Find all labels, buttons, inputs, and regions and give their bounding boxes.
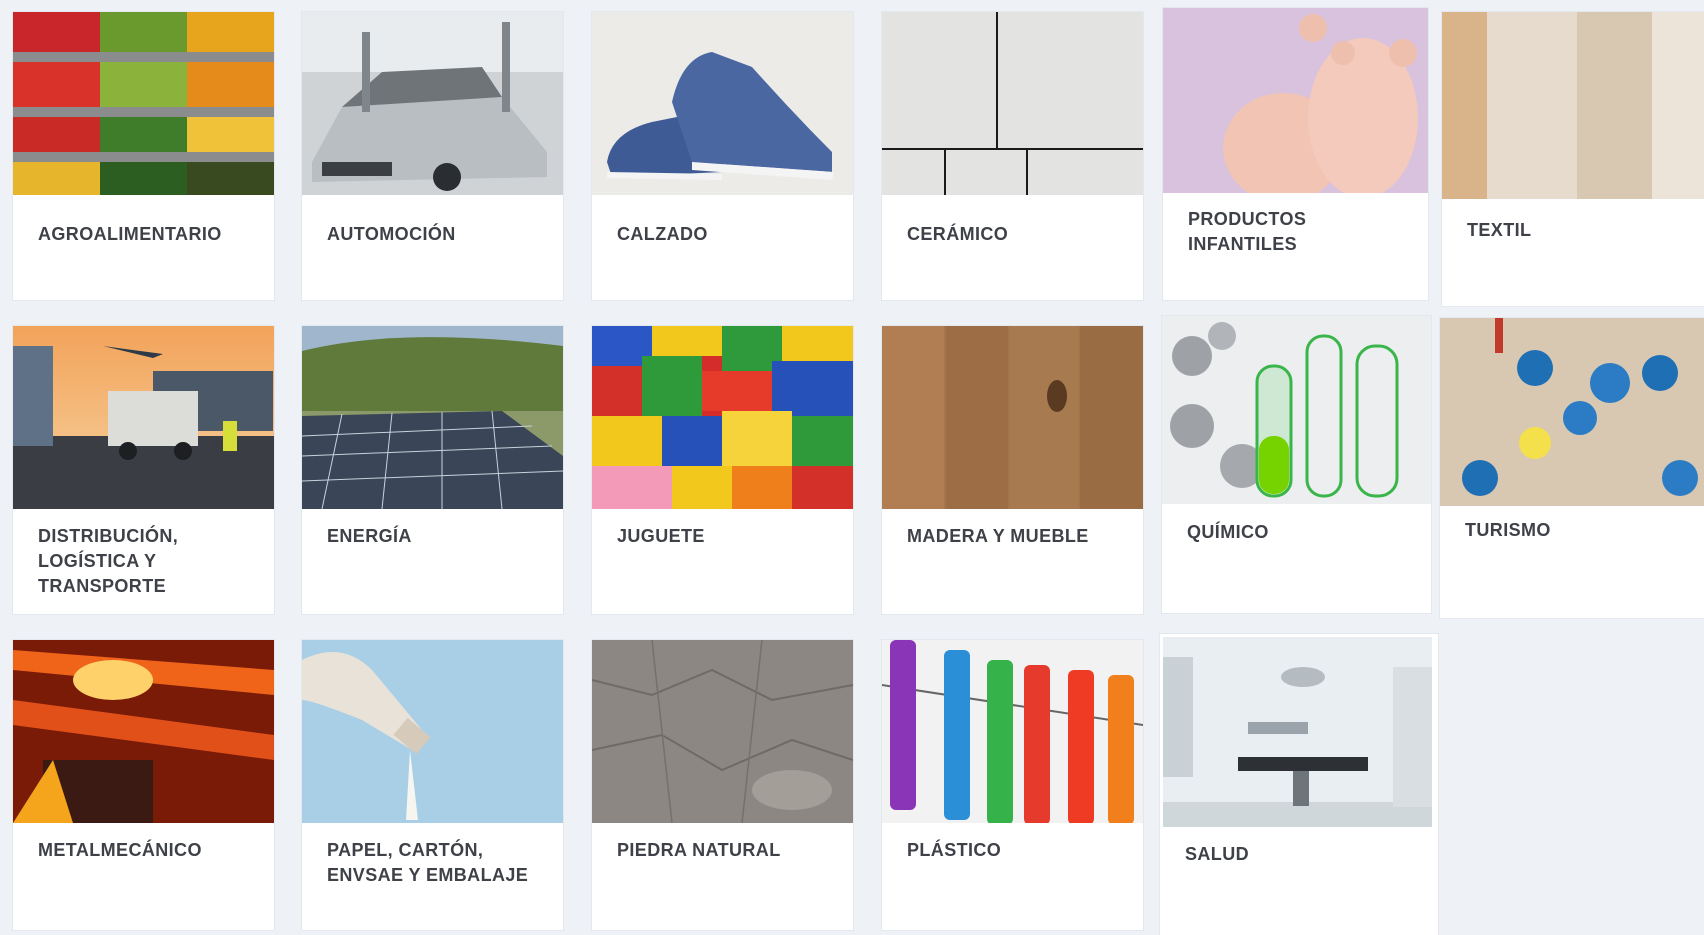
toy-bricks-image: [592, 326, 853, 509]
sector-label: AGROALIMENTARIO: [38, 224, 222, 244]
sector-card-distribucion[interactable]: DISTRIBUCIÓN, LOGÍSTICA Y TRANSPORTE: [13, 326, 274, 614]
sector-label: JUGUETE: [617, 526, 705, 546]
sector-card-quimico[interactable]: QUÍMICO: [1162, 316, 1431, 613]
bottle-pouring-image: [302, 640, 563, 823]
sector-card-madera[interactable]: MADERA Y MUEBLE: [882, 326, 1143, 614]
sector-card-juguete[interactable]: JUGUETE: [592, 326, 853, 614]
sector-label: SALUD: [1185, 844, 1249, 864]
sector-label: PRODUCTOS INFANTILES: [1188, 209, 1307, 254]
sector-label: CALZADO: [617, 224, 708, 244]
sector-card-salud[interactable]: SALUD: [1160, 634, 1438, 935]
sector-card-agroalimentario[interactable]: AGROALIMENTARIO: [13, 12, 274, 300]
sector-label: DISTRIBUCIÓN, LOGÍSTICA Y TRANSPORTE: [38, 526, 179, 596]
wood-planks-image: [882, 326, 1143, 509]
blue-sneakers-image: [592, 12, 853, 195]
operating-room-image: [1163, 637, 1432, 827]
knit-fabric-image: [1442, 12, 1704, 199]
beach-umbrellas-image: [1440, 318, 1704, 506]
sector-label: ENERGÍA: [327, 526, 412, 546]
sector-card-textil[interactable]: TEXTIL: [1442, 12, 1704, 306]
sector-card-turismo[interactable]: TURISMO: [1440, 318, 1704, 618]
sector-card-energia[interactable]: ENERGÍA: [302, 326, 563, 614]
sector-label: TEXTIL: [1467, 220, 1532, 240]
clothespins-image: [882, 640, 1143, 823]
baby-feet-image: [1163, 8, 1428, 193]
sector-label: PLÁSTICO: [907, 840, 1002, 860]
sector-label: TURISMO: [1465, 520, 1551, 540]
sector-grid: AGROALIMENTARIO AUTOMOCIÓN CALZADO CERÁM…: [0, 0, 1704, 935]
car-assembly-image: [302, 12, 563, 195]
solar-panels-image: [302, 326, 563, 509]
sector-card-calzado[interactable]: CALZADO: [592, 12, 853, 300]
sector-card-papel[interactable]: PAPEL, CARTÓN, ENVSAE Y EMBALAJE: [302, 640, 563, 930]
sector-label: CERÁMICO: [907, 224, 1009, 244]
stone-texture-image: [592, 640, 853, 823]
sector-label: AUTOMOCIÓN: [327, 224, 456, 244]
sector-label: PIEDRA NATURAL: [617, 840, 781, 860]
vegetable-market-image: [13, 12, 274, 195]
sector-label: PAPEL, CARTÓN, ENVSAE Y EMBALAJE: [327, 840, 529, 885]
hot-steel-image: [13, 640, 274, 823]
sector-card-ceramico[interactable]: CERÁMICO: [882, 12, 1143, 300]
sector-card-piedra-natural[interactable]: PIEDRA NATURAL: [592, 640, 853, 930]
sector-card-automocion[interactable]: AUTOMOCIÓN: [302, 12, 563, 300]
sector-label: METALMECÁNICO: [38, 840, 202, 860]
test-tubes-image: [1162, 316, 1431, 504]
sector-label: MADERA Y MUEBLE: [907, 526, 1089, 546]
sector-card-metalmecanico[interactable]: METALMECÁNICO: [13, 640, 274, 930]
logistics-truck-image: [13, 326, 274, 509]
ceramic-tiles-image: [882, 12, 1143, 195]
sector-card-plastico[interactable]: PLÁSTICO: [882, 640, 1143, 930]
sector-label: QUÍMICO: [1187, 522, 1269, 542]
sector-card-productos-infantiles[interactable]: PRODUCTOS INFANTILES: [1163, 8, 1428, 300]
